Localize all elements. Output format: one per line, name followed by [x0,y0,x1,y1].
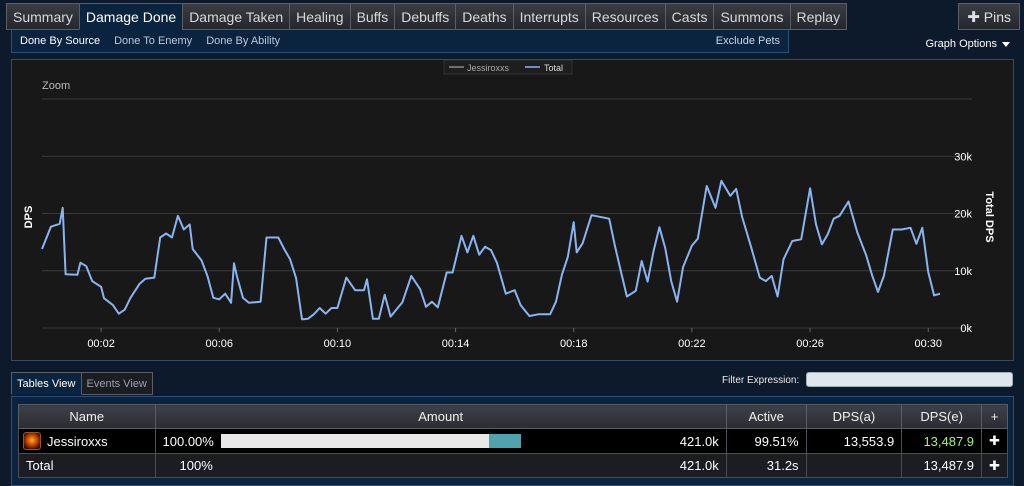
y-tick-label: 10k [954,266,972,278]
row-name: Jessiroxxs [47,433,108,449]
tab-events-view[interactable]: Events View [81,372,153,395]
graph-options-label: Graph Options [925,38,997,50]
x-tick-label: 00:30 [914,338,942,350]
table-row[interactable]: Jessiroxxs 100.00% 421.0k 99.51% 13,553.… [18,428,1008,454]
subtab-done-by-source[interactable]: Done By Source [20,35,100,47]
y-tick-label: 30k [954,151,972,163]
tab-replay[interactable]: Replay [789,3,848,30]
filter-expression-label: Filter Expression: [722,375,800,386]
x-tick-label: 00:18 [560,338,588,350]
tab-summons[interactable]: Summons [713,3,790,30]
dps-chart-panel[interactable]: Zoom DPS Total DPS 0k 10k 20k 30k 00:02 00:06 00:… [11,59,1014,361]
dps-chart[interactable]: Zoom DPS Total DPS 0k 10k 20k 30k 00:02 00:06 00:… [12,60,1013,360]
y-tick-label: 0k [960,323,972,335]
tab-damage-done[interactable]: Damage Done [78,3,183,30]
header-add-column[interactable]: + [981,404,1008,429]
subtab-done-to-enemy[interactable]: Done To Enemy [114,35,192,47]
total-dps-a [805,453,903,478]
header-dps-a[interactable]: DPS(a) [805,404,903,429]
row-active: 99.51% [725,428,807,454]
amount-bar [220,434,521,448]
table-total-row: Total 100% 421.0k 31.2s 13,487.9 ✚ [18,453,1008,478]
sub-tab-bar: Done By Source Done To Enemy Done By Abi… [11,30,789,53]
amount-bar-fill [488,434,521,448]
total-name: Total [18,453,156,478]
damage-table-panel: Name Amount Active DPS(a) DPS(e) + Jessi… [11,396,1014,486]
row-name-cell[interactable]: Jessiroxxs [18,428,156,454]
y-axis-label: DPS [23,206,35,229]
x-tick-label: 00:06 [205,338,233,350]
total-dps-e: 13,487.9 [901,453,983,478]
tab-damage-taken[interactable]: Damage Taken [182,3,290,30]
tab-healing[interactable]: Healing [289,3,350,30]
y2-axis-label: Total DPS [983,191,995,242]
legend-label-jessiroxxs: Jessiroxxs [467,63,510,73]
total-percent: 100% [179,458,213,473]
chevron-down-icon [1002,41,1010,47]
header-active[interactable]: Active [725,404,807,429]
pins-label: Pins [983,8,1011,25]
tab-summary[interactable]: Summary [6,3,79,30]
row-amount-cell: 100.00% 421.0k [154,428,727,454]
row-amount: 421.0k [679,433,719,449]
class-avatar-icon [23,432,41,450]
filter-expression-input[interactable] [806,372,1013,387]
legend-label-total: Total [544,63,563,73]
graph-options-menu[interactable]: Graph Options [925,38,1010,50]
tab-tables-view[interactable]: Tables View [11,372,82,395]
x-tick-label: 00:26 [796,338,824,350]
x-tick-label: 00:22 [678,338,706,350]
total-expand-button[interactable]: ✚ [981,453,1008,478]
series-line-total [41,179,941,321]
header-dps-e[interactable]: DPS(e) [901,404,983,429]
x-tick-label: 00:10 [324,338,352,350]
main-tab-bar: Summary Damage Done Damage Taken Healing… [6,3,848,30]
table-header-row: Name Amount Active DPS(a) DPS(e) + [18,404,1008,429]
tab-debuffs[interactable]: Debuffs [394,3,456,30]
header-amount[interactable]: Amount [154,404,727,429]
tab-buffs[interactable]: Buffs [349,3,395,30]
header-name[interactable]: Name [18,404,156,429]
tab-deaths[interactable]: Deaths [455,3,513,30]
row-dps-e: 13,487.9 [901,428,983,454]
total-amount-cell: 100% 421.0k [154,453,727,478]
zoom-label: Zoom [42,80,70,92]
damage-table: Name Amount Active DPS(a) DPS(e) + Jessi… [18,404,1008,478]
tab-casts[interactable]: Casts [664,3,714,30]
x-tick-label: 00:02 [87,338,115,350]
row-percent: 100.00% [162,433,214,449]
subtab-done-by-ability[interactable]: Done By Ability [206,35,280,47]
tab-resources[interactable]: Resources [584,3,665,30]
row-dps-a: 13,553.9 [805,428,903,454]
x-tick-label: 00:14 [442,338,470,350]
tab-interrupts[interactable]: Interrupts [512,3,585,30]
total-active: 31.2s [725,453,807,478]
total-amount: 421.0k [679,458,719,473]
row-expand-button[interactable]: ✚ [981,428,1008,454]
exclude-pets-toggle[interactable]: Exclude Pets [716,35,780,47]
y-tick-label: 20k [954,209,972,221]
pins-button[interactable]: ✚ Pins [958,3,1020,30]
view-tab-bar: Tables View Events View [11,372,153,395]
plus-icon: ✚ [967,8,980,26]
